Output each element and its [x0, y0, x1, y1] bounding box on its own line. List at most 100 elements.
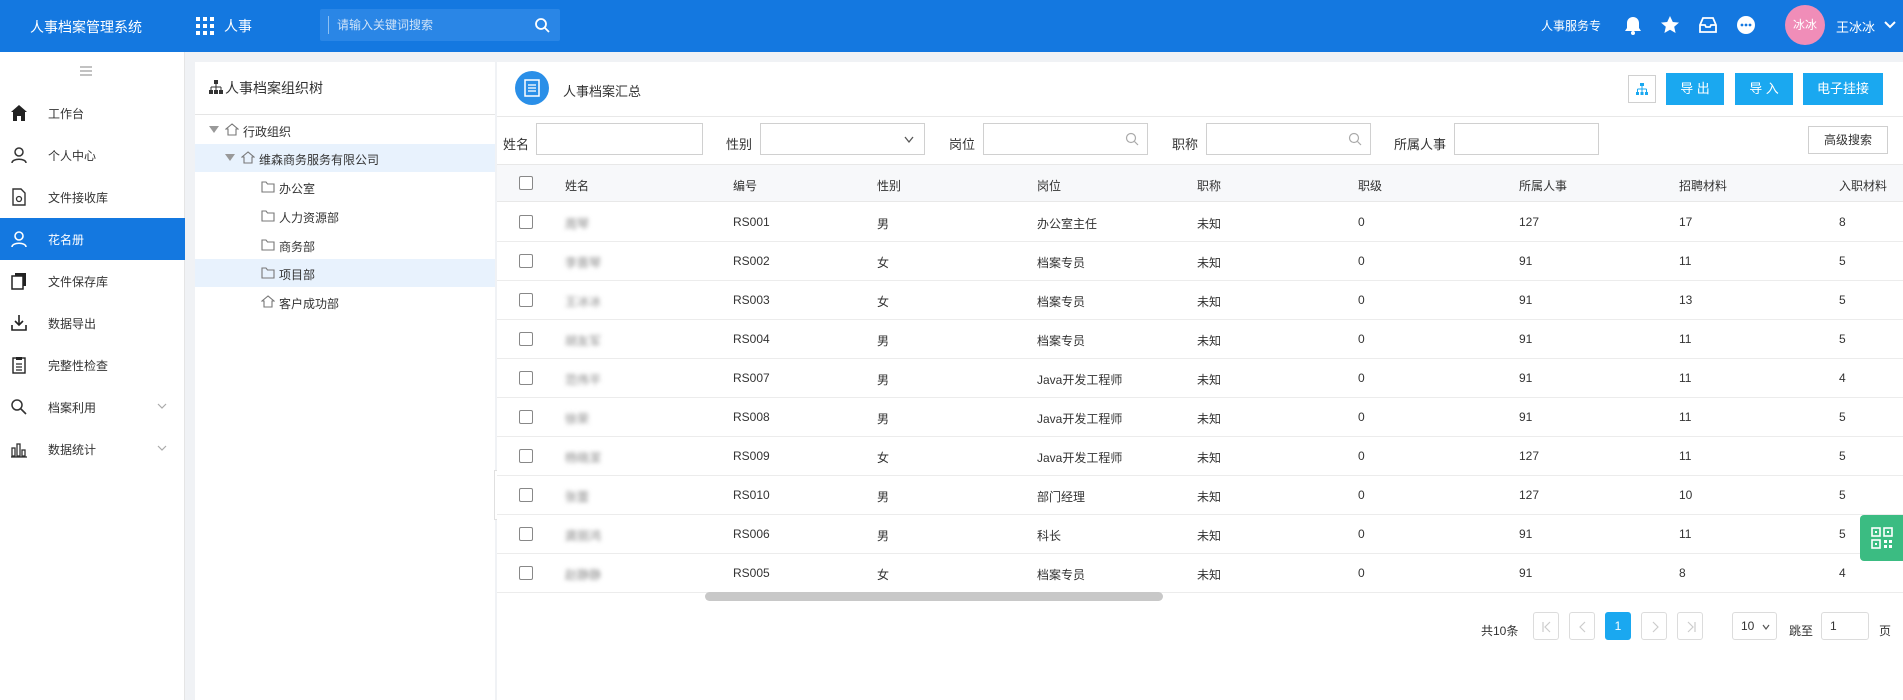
page-title: 人事档案汇总: [563, 84, 642, 99]
row-checkbox[interactable]: [519, 488, 533, 502]
tree-node-customer-success[interactable]: 客户成功部: [195, 288, 495, 316]
row-checkbox[interactable]: [519, 449, 533, 463]
user-icon: [11, 147, 27, 164]
first-page-button[interactable]: [1533, 612, 1559, 640]
tree-node-hr-dept[interactable]: 人力资源部: [195, 202, 495, 230]
sidebar-item-personal-center[interactable]: 个人中心: [0, 134, 185, 176]
tree-node-company[interactable]: 维森商务服务有限公司: [195, 144, 495, 172]
tree-node-business-dept[interactable]: 商务部: [195, 231, 495, 259]
column-header[interactable]: 招聘材料: [1679, 177, 1727, 194]
sidebar-item-label: 个人中心: [48, 149, 97, 163]
column-header[interactable]: 性别: [877, 177, 901, 194]
import-button[interactable]: 导 入: [1735, 73, 1793, 105]
sidebar-item-archive-use[interactable]: 档案利用: [0, 386, 185, 428]
row-checkbox[interactable]: [519, 293, 533, 307]
folder-icon: [261, 181, 275, 193]
table-row[interactable]: 龚丽鸿 RS006 男 科长 未知 0 91 11 5: [497, 515, 1903, 554]
inbox-icon[interactable]: [1697, 14, 1719, 36]
prev-page-button[interactable]: [1569, 612, 1595, 640]
bell-icon[interactable]: [1622, 14, 1644, 36]
search-icon[interactable]: [1348, 132, 1362, 146]
sidebar-item-data-export[interactable]: 数据导出: [0, 302, 185, 344]
post-filter-input[interactable]: [983, 123, 1148, 155]
org-chart-button[interactable]: [1628, 75, 1656, 103]
username[interactable]: 王冰冰: [1836, 17, 1875, 36]
folder-icon: [261, 267, 275, 279]
sidebar-item-workbench[interactable]: 工作台: [0, 92, 185, 134]
cell-entry-materials: 8: [1839, 215, 1846, 229]
avatar[interactable]: 冰冰: [1785, 5, 1825, 45]
cell-rank: 0: [1358, 527, 1365, 541]
table-row[interactable]: 杨晓潔 RS009 女 Java开发工程师 未知 0 127 11 5: [497, 437, 1903, 476]
search-icon[interactable]: [534, 17, 550, 33]
cell-gender: 男: [877, 529, 890, 543]
row-checkbox[interactable]: [519, 371, 533, 385]
row-checkbox[interactable]: [519, 410, 533, 424]
last-page-button[interactable]: [1677, 612, 1703, 640]
sidebar-item-data-stats[interactable]: 数据统计: [0, 428, 185, 470]
title-filter-input[interactable]: [1206, 123, 1371, 155]
e-attach-button[interactable]: 电子挂接: [1803, 73, 1883, 105]
tree-node-admin-org[interactable]: 行政组织: [195, 116, 495, 144]
sidebar-item-integrity-check[interactable]: 完整性检查: [0, 344, 185, 386]
tree-node-label: 人力资源部: [279, 211, 340, 225]
qr-code-icon: [1871, 527, 1893, 549]
column-header[interactable]: 职级: [1358, 177, 1382, 194]
column-header[interactable]: 所属人事: [1519, 177, 1567, 194]
table-row[interactable]: 范伟平 RS007 男 Java开发工程师 未知 0 91 11 4: [497, 359, 1903, 398]
tree-node-project-dept[interactable]: 项目部: [195, 259, 495, 287]
caret-down-icon[interactable]: [225, 154, 235, 162]
sidebar-item-label: 档案利用: [48, 401, 97, 415]
search-input[interactable]: [328, 16, 528, 34]
tree-node-office[interactable]: 办公室: [195, 173, 495, 201]
row-checkbox[interactable]: [519, 527, 533, 541]
page-button-current[interactable]: 1: [1605, 612, 1631, 640]
cell-rank: 0: [1358, 332, 1365, 346]
row-checkbox[interactable]: [519, 566, 533, 580]
star-icon[interactable]: [1659, 14, 1681, 36]
hr-service-link[interactable]: 人事服务专: [1541, 17, 1601, 34]
org-tree-panel: 人事档案组织树 行政组织 维森商务服务有限公司 办公室 人力资源部 商务部 项目…: [195, 62, 506, 700]
pagination-total: 共10条: [1481, 624, 1519, 638]
column-header[interactable]: 职称: [1197, 177, 1221, 194]
menu-collapse-icon[interactable]: [78, 64, 94, 78]
table-row[interactable]: 徐荣 RS008 男 Java开发工程师 未知 0 91 11 5: [497, 398, 1903, 437]
next-page-button[interactable]: [1641, 612, 1667, 640]
column-header[interactable]: 入职材料: [1839, 177, 1887, 194]
row-checkbox[interactable]: [519, 332, 533, 346]
cell-id: RS009: [733, 449, 770, 463]
apps-grid-icon[interactable]: [196, 17, 214, 35]
row-checkbox[interactable]: [519, 215, 533, 229]
column-header[interactable]: 编号: [733, 177, 757, 194]
chevron-down-icon[interactable]: [1884, 20, 1896, 30]
horizontal-scrollbar[interactable]: [705, 592, 1163, 601]
goto-page-input[interactable]: 1: [1821, 612, 1869, 640]
table-row[interactable]: 李晋琴 RS002 女 档案专员 未知 0 91 11 5: [497, 242, 1903, 281]
column-header[interactable]: 岗位: [1037, 177, 1061, 194]
cell-recruit-materials: 11: [1679, 449, 1692, 463]
sidebar-item-roster[interactable]: 花名册: [0, 218, 185, 260]
advanced-search-button[interactable]: 高级搜索: [1808, 126, 1888, 154]
qr-code-float-button[interactable]: [1860, 515, 1903, 561]
row-checkbox[interactable]: [519, 254, 533, 268]
gender-filter-select[interactable]: [760, 123, 925, 155]
sidebar-item-file-store[interactable]: 文件保存库: [0, 260, 185, 302]
more-icon[interactable]: [1735, 14, 1757, 36]
table-row[interactable]: 周琴 RS001 男 办公室主任 未知 0 127 17 8: [497, 203, 1903, 242]
column-header[interactable]: 姓名: [565, 177, 589, 194]
sidebar-item-file-receive[interactable]: 文件接收库: [0, 176, 185, 218]
table-row[interactable]: 胡友军 RS004 男 档案专员 未知 0 91 11 5: [497, 320, 1903, 359]
hr-filter-input[interactable]: [1454, 123, 1599, 155]
table-row[interactable]: 张蕾 RS010 男 部门经理 未知 0 127 10 5: [497, 476, 1903, 515]
table-row[interactable]: 赵静静 RS005 女 档案专员 未知 0 91 8 4: [497, 554, 1903, 593]
name-filter-input[interactable]: [536, 123, 703, 155]
select-all-checkbox[interactable]: [519, 176, 533, 190]
cell-id: RS008: [733, 410, 770, 424]
search-icon[interactable]: [1125, 132, 1139, 146]
caret-down-icon[interactable]: [209, 126, 219, 134]
module-name[interactable]: 人事: [224, 16, 252, 36]
cell-title: 未知: [1197, 451, 1222, 465]
page-size-select[interactable]: 10: [1732, 612, 1777, 640]
export-button[interactable]: 导 出: [1666, 73, 1724, 105]
table-row[interactable]: 王冰冰 RS003 女 档案专员 未知 0 91 13 5: [497, 281, 1903, 320]
